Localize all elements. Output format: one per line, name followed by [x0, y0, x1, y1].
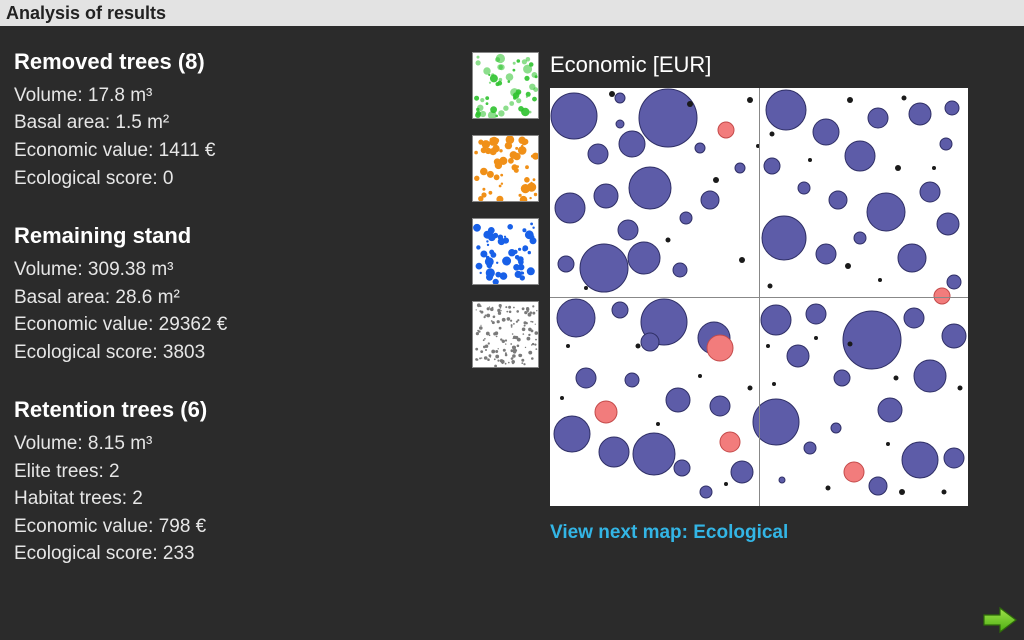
retention-habitat: Habitat trees: 2 — [14, 485, 460, 513]
thumb-blue[interactable] — [472, 218, 539, 285]
retention-eco: Ecological score: 233 — [14, 540, 460, 568]
economic-map[interactable] — [550, 88, 968, 506]
remaining-volume: Volume: 309.38 m³ — [14, 256, 460, 284]
removed-basal: Basal area: 1.5 m² — [14, 109, 460, 137]
remaining-heading: Remaining stand — [14, 220, 460, 252]
thumb-gray[interactable] — [472, 301, 539, 368]
view-next-map-link[interactable]: View next map: Ecological — [550, 522, 994, 544]
map-divider-horizontal — [550, 297, 968, 298]
map-title: Economic [EUR] — [550, 52, 994, 78]
retention-econ: Economic value: 798 € — [14, 513, 460, 541]
removed-eco: Ecological score: 0 — [14, 165, 460, 193]
removed-heading: Removed trees (8) — [14, 46, 460, 78]
remaining-basal: Basal area: 28.6 m² — [14, 284, 460, 312]
removed-volume: Volume: 17.8 m³ — [14, 82, 460, 110]
results-panel: Removed trees (8) Volume: 17.8 m³ Basal … — [0, 26, 460, 640]
retention-volume: Volume: 8.15 m³ — [14, 430, 460, 458]
retention-heading: Retention trees (6) — [14, 394, 460, 426]
retention-elite: Elite trees: 2 — [14, 458, 460, 486]
thumb-orange[interactable] — [472, 135, 539, 202]
thumbnail-column — [460, 26, 550, 640]
remaining-econ: Economic value: 29362 € — [14, 311, 460, 339]
remaining-eco: Ecological score: 3803 — [14, 339, 460, 367]
thumb-green[interactable] — [472, 52, 539, 119]
next-arrow-button[interactable] — [982, 606, 1018, 634]
page-title: Analysis of results — [0, 0, 1024, 26]
removed-econ: Economic value: 1411 € — [14, 137, 460, 165]
